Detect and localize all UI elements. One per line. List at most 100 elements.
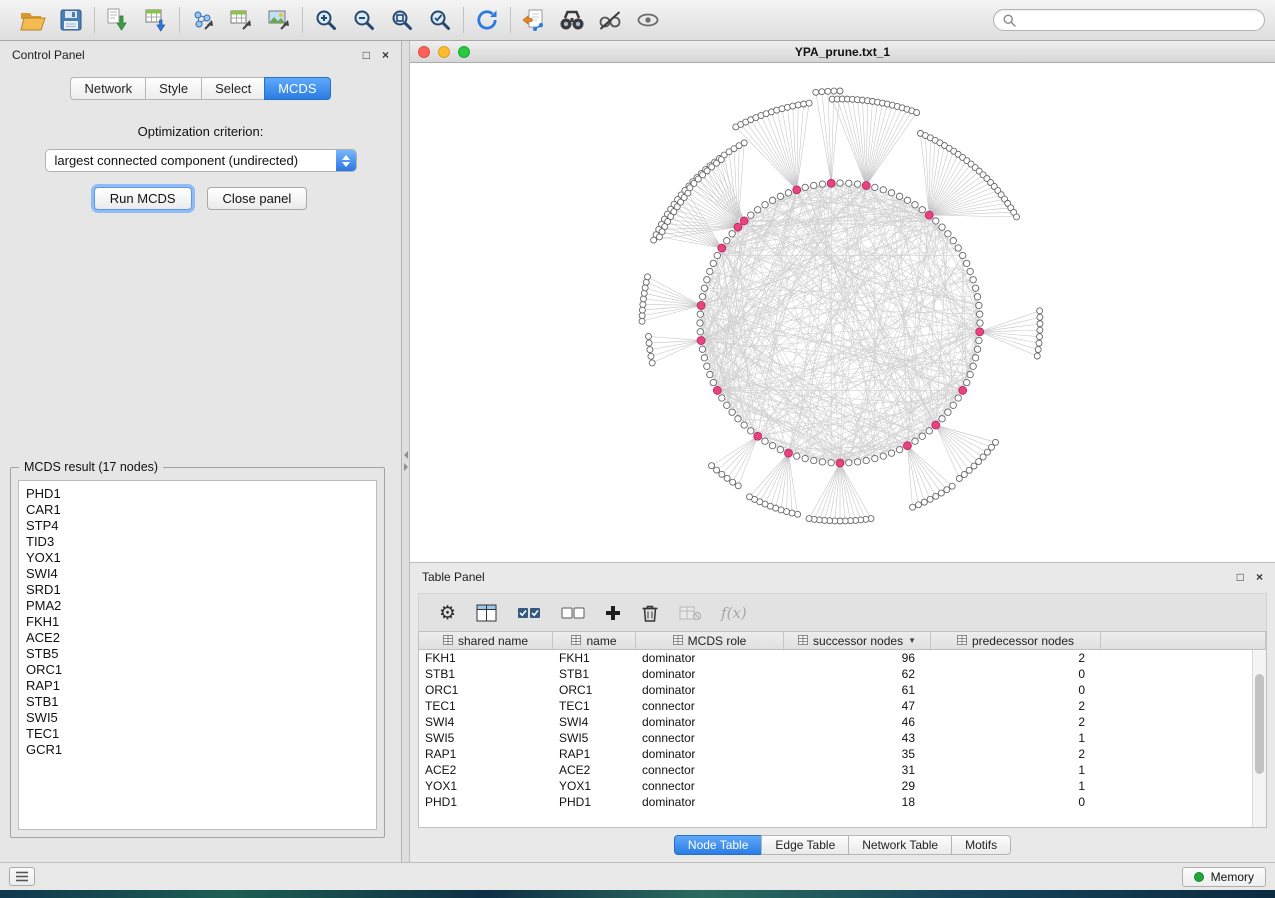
result-node-item[interactable]: SWI5 bbox=[26, 710, 376, 726]
select-all-button[interactable] bbox=[517, 606, 541, 620]
tab-network[interactable]: Network bbox=[70, 77, 145, 100]
table-row[interactable]: ORC1ORC1dominator610 bbox=[419, 682, 1266, 698]
glasses-slash-icon bbox=[598, 8, 622, 32]
add-row-button[interactable] bbox=[605, 605, 621, 621]
network-canvas[interactable] bbox=[410, 63, 1275, 562]
column-header-MCDS-role[interactable]: MCDS role bbox=[636, 632, 784, 650]
result-node-item[interactable]: STB5 bbox=[26, 646, 376, 662]
import-network-file-button[interactable] bbox=[102, 4, 134, 36]
column-settings-button[interactable]: ⚙ bbox=[439, 604, 456, 623]
result-node-item[interactable]: GCR1 bbox=[26, 742, 376, 758]
mcds-result-title: MCDS result (17 nodes) bbox=[19, 460, 163, 474]
tab-select[interactable]: Select bbox=[201, 77, 264, 100]
memory-button[interactable]: Memory bbox=[1182, 867, 1266, 887]
import-table-file-button[interactable] bbox=[140, 4, 172, 36]
result-node-item[interactable]: STP4 bbox=[26, 518, 376, 534]
result-node-item[interactable]: SWI4 bbox=[26, 566, 376, 582]
open-file-button[interactable] bbox=[17, 4, 49, 36]
table-row[interactable]: RAP1RAP1dominator352 bbox=[419, 746, 1266, 762]
find-button[interactable] bbox=[556, 4, 588, 36]
float-panel-icon[interactable]: □ bbox=[363, 49, 370, 61]
result-node-item[interactable]: STB1 bbox=[26, 694, 376, 710]
share-document-button[interactable] bbox=[518, 4, 550, 36]
status-menu-button[interactable] bbox=[9, 867, 35, 886]
close-panel-icon[interactable]: × bbox=[382, 49, 389, 61]
delete-row-button[interactable] bbox=[641, 603, 659, 623]
result-node-item[interactable]: CAR1 bbox=[26, 502, 376, 518]
table-row[interactable]: SWI4SWI4dominator462 bbox=[419, 714, 1266, 730]
column-type-icon bbox=[673, 634, 683, 648]
result-node-item[interactable]: TID3 bbox=[26, 534, 376, 550]
delete-table-button-disabled[interactable] bbox=[679, 605, 701, 621]
result-node-item[interactable]: SRD1 bbox=[26, 582, 376, 598]
table-row[interactable]: TEC1TEC1connector472 bbox=[419, 698, 1266, 714]
cell-shared_name: SWI4 bbox=[419, 714, 553, 730]
table-row[interactable]: PHD1PHD1dominator180 bbox=[419, 794, 1266, 810]
splitter-handle-icon[interactable] bbox=[402, 446, 410, 476]
panel-splitter[interactable] bbox=[402, 41, 410, 862]
table-tabs: Node TableEdge TableNetwork TableMotifs bbox=[410, 835, 1275, 855]
search-input[interactable] bbox=[1021, 13, 1255, 27]
tab-motifs[interactable]: Motifs bbox=[951, 835, 1011, 855]
result-node-item[interactable]: FKH1 bbox=[26, 614, 376, 630]
minimize-window-icon[interactable] bbox=[438, 46, 450, 58]
result-node-item[interactable]: PMA2 bbox=[26, 598, 376, 614]
tab-network-table[interactable]: Network Table bbox=[848, 835, 951, 855]
show-hide-details-button[interactable] bbox=[632, 4, 664, 36]
tab-mcds[interactable]: MCDS bbox=[264, 77, 330, 100]
mcds-result-list[interactable]: PHD1CAR1STP4TID3YOX1SWI4SRD1PMA2FKH1ACE2… bbox=[18, 480, 377, 830]
refresh-view-button[interactable] bbox=[471, 4, 503, 36]
close-window-icon[interactable] bbox=[418, 46, 430, 58]
cell-filler bbox=[1101, 794, 1266, 810]
zoom-fit-button[interactable] bbox=[386, 4, 418, 36]
network-titlebar[interactable]: YPA_prune.txt_1 bbox=[410, 41, 1275, 63]
zoom-group bbox=[303, 4, 463, 36]
create-column-button[interactable] bbox=[476, 604, 497, 622]
column-header-predecessor-nodes[interactable]: predecessor nodes bbox=[931, 632, 1101, 650]
export-image-button[interactable] bbox=[263, 4, 295, 36]
result-node-item[interactable]: PHD1 bbox=[26, 486, 376, 502]
export-table-button[interactable] bbox=[225, 4, 257, 36]
cell-name: ORC1 bbox=[553, 682, 636, 698]
deselect-all-button[interactable] bbox=[561, 606, 585, 620]
mcds-hub-node bbox=[718, 244, 726, 252]
scrollbar-thumb[interactable] bbox=[1255, 674, 1264, 774]
tab-style[interactable]: Style bbox=[145, 77, 201, 100]
result-node-item[interactable]: RAP1 bbox=[26, 678, 376, 694]
table-row[interactable]: FKH1FKH1dominator962 bbox=[419, 650, 1266, 666]
close-panel-icon[interactable]: × bbox=[1256, 571, 1263, 583]
float-panel-icon[interactable]: □ bbox=[1237, 571, 1244, 583]
run-mcds-button[interactable]: Run MCDS bbox=[94, 187, 192, 210]
zoom-out-button[interactable] bbox=[348, 4, 380, 36]
table-row[interactable]: ACE2ACE2connector311 bbox=[419, 762, 1266, 778]
search-box[interactable] bbox=[993, 9, 1265, 31]
column-header-name[interactable]: name bbox=[553, 632, 636, 650]
cell-name: PHD1 bbox=[553, 794, 636, 810]
cell-role: dominator bbox=[636, 714, 784, 730]
zoom-in-button[interactable] bbox=[310, 4, 342, 36]
table-row[interactable]: SWI5SWI5connector431 bbox=[419, 730, 1266, 746]
eye-icon bbox=[636, 8, 660, 32]
table-scrollbar[interactable] bbox=[1252, 650, 1266, 827]
mcds-hub-node bbox=[697, 337, 705, 345]
cell-filler bbox=[1101, 746, 1266, 762]
close-panel-button[interactable]: Close panel bbox=[207, 187, 308, 210]
zoom-selected-button[interactable] bbox=[424, 4, 456, 36]
table-row[interactable]: YOX1YOX1connector291 bbox=[419, 778, 1266, 794]
tab-edge-table[interactable]: Edge Table bbox=[761, 835, 848, 855]
export-network-button[interactable] bbox=[187, 4, 219, 36]
column-header-successor-nodes[interactable]: successor nodes▼ bbox=[784, 632, 931, 650]
result-node-item[interactable]: TEC1 bbox=[26, 726, 376, 742]
save-session-button[interactable] bbox=[55, 4, 87, 36]
tab-node-table[interactable]: Node Table bbox=[674, 835, 762, 855]
cell-predecessors: 2 bbox=[931, 698, 1101, 714]
graphics-details-button[interactable] bbox=[594, 4, 626, 36]
result-node-item[interactable]: ACE2 bbox=[26, 630, 376, 646]
criterion-select[interactable]: largest connected component (undirected) bbox=[45, 149, 357, 172]
result-node-item[interactable]: YOX1 bbox=[26, 550, 376, 566]
table-row[interactable]: STB1STB1dominator620 bbox=[419, 666, 1266, 682]
function-builder-button[interactable]: f(x) bbox=[721, 604, 747, 622]
column-header-shared-name[interactable]: shared name bbox=[419, 632, 553, 650]
maximize-window-icon[interactable] bbox=[458, 46, 470, 58]
result-node-item[interactable]: ORC1 bbox=[26, 662, 376, 678]
